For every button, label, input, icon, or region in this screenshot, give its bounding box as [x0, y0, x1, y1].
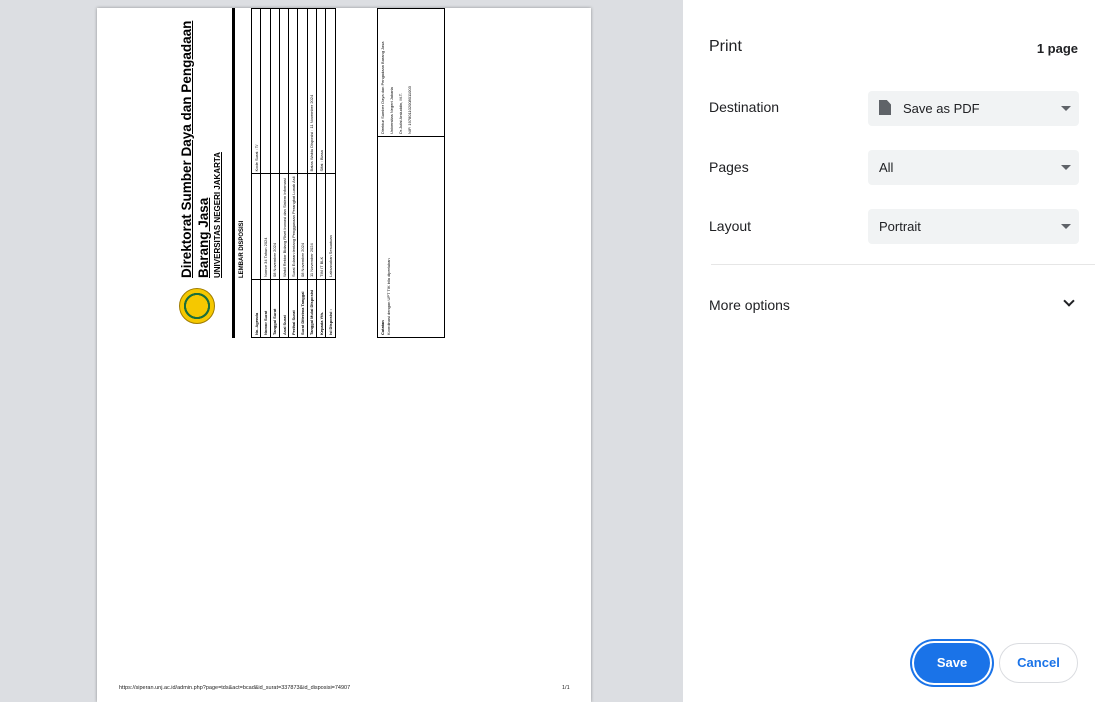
form-row-extra [279, 8, 289, 174]
section-divider [711, 264, 1095, 265]
chevron-down-icon[interactable] [1063, 295, 1075, 307]
layout-select[interactable]: Portrait [868, 209, 1079, 244]
university-logo [179, 288, 215, 324]
destination-value: Save as PDF [903, 101, 980, 116]
form-row-label: Kepada Yth. [316, 279, 326, 338]
form-row-label: Tanggal Surat [270, 279, 280, 338]
form-row-label: Nomor Surat [260, 279, 271, 338]
page-count: 1 page [1036, 41, 1078, 56]
form-row-label: Perihal Surat [288, 279, 298, 338]
form-title-line1: Direktorat Sumber Daya dan Pengadaan [179, 20, 194, 278]
sign-line: Dr.Jufai Arsiuddin, M.T. [398, 93, 403, 134]
form-row-extra: Batas Waktu Disposisi : 11 November 2024 [307, 8, 317, 174]
sign-line: Universitas Negeri Jakarta [389, 87, 394, 134]
signature-block: Direktur Sumber Daya dan Pengadaan Baran… [378, 8, 445, 137]
form-row-value [251, 173, 261, 280]
dropdown-arrow-icon [1061, 165, 1071, 170]
preview-page: Direktorat Sumber Daya dan Pengadaan Bar… [97, 8, 591, 702]
form-row: Nomor Surat Nomor 34 Tahun 2024 [260, 8, 271, 338]
form-row-label: Surat Diterima Tanggal [297, 279, 308, 338]
page-footer-number: 1/1 [562, 685, 570, 691]
form-row-value: 11 November 2024 [307, 173, 317, 280]
print-preview-area: Direktorat Sumber Daya dan Pengadaan Bar… [0, 0, 683, 702]
form-row-value: 08 November 2024 [270, 173, 280, 280]
form-row-extra [288, 8, 298, 174]
document-icon [879, 100, 891, 115]
form-title-line2: Barang Jasa [196, 197, 211, 278]
page-footer-url: https://siperan.unj.ac.id/admin.php?page… [119, 685, 351, 691]
form-row-extra: Sifat : Biasa [316, 8, 326, 174]
disposition-form: Direktorat Sumber Daya dan Pengadaan Bar… [175, 8, 445, 338]
form-row: Perihal Surat Surat Edaran tentang Penggu… [288, 8, 298, 338]
form-row-extra [270, 8, 280, 174]
form-row-label: Asal Surat [279, 279, 289, 338]
form-row: Tanggal Mulai Disposisi 11 November 2024 B… [307, 8, 317, 338]
form-row-value: 08 November 2024 [297, 173, 308, 280]
catatan-text: Koordinasi dengan UPT TIK bila diperluka… [386, 258, 391, 335]
destination-label: Destination [709, 99, 780, 115]
save-button[interactable]: Save [914, 643, 990, 683]
pages-label: Pages [709, 159, 749, 175]
form-row-label: No. Agenda [251, 279, 261, 338]
dropdown-arrow-icon [1061, 224, 1071, 229]
form-row-value: Surat Edaran tentang Penggunaan Perangka… [288, 173, 298, 280]
form-row: Asal Surat Wakil Rektor Bidang Riset Inov… [279, 8, 289, 338]
pages-value: All [879, 160, 894, 175]
form-row-extra [297, 8, 308, 174]
form-title-line3: UNIVERSITAS NEGERI JAKARTA [213, 152, 222, 278]
form-section-title: LEMBAR DISPOSISI [239, 220, 245, 278]
form-row: Surat Diterima Tanggal 08 November 2024 [297, 8, 308, 338]
pages-select[interactable]: All [868, 150, 1079, 185]
form-row: No. Agenda Kode Surat : T/ [251, 8, 261, 338]
panel-title: Print [709, 38, 742, 55]
dropdown-arrow-icon [1061, 106, 1071, 111]
form-row-extra [260, 8, 271, 174]
form-row-value: Laksanakan Sesuatuan [325, 173, 336, 280]
print-settings-panel: Print 1 page Destination Save as PDF Pag… [683, 0, 1095, 702]
form-row-label: Isi Disposisi : [325, 279, 336, 338]
layout-value: Portrait [879, 219, 921, 234]
rotated-form-viewport: Direktorat Sumber Daya dan Pengadaan Bar… [175, 8, 445, 338]
sign-line: Direktur Sumber Daya dan Pengadaan Baran… [380, 41, 385, 135]
destination-select[interactable]: Save as PDF [868, 91, 1079, 126]
form-row-value: TIM IT BLK [316, 173, 326, 280]
cancel-button[interactable]: Cancel [999, 643, 1078, 683]
form-row-extra [325, 8, 336, 174]
sign-line: NIP. 197801102008011003 [407, 86, 412, 134]
more-options-toggle[interactable]: More options [709, 297, 790, 313]
form-row-value: Nomor 34 Tahun 2024 [260, 173, 271, 280]
form-row-label: Tanggal Mulai Disposisi [307, 279, 317, 338]
form-table: No. Agenda Kode Surat : T/Nomor Surat Nomo… [251, 8, 336, 338]
form-row-value: Wakil Rektor Bidang Riset Inovasi dan Si… [279, 173, 289, 280]
form-header: Direktorat Sumber Daya dan Pengadaan Bar… [175, 8, 235, 338]
layout-label: Layout [709, 218, 752, 234]
form-catatan: Catatan Koordinasi dengan UPT TIK bila d… [377, 8, 445, 338]
form-row-extra: Kode Surat : T/ [251, 8, 261, 174]
form-row: Kepada Yth. TIM IT BLK Sifat : Biasa [316, 8, 326, 338]
catatan-label: Catatan [380, 320, 385, 335]
form-row: Isi Disposisi : Laksanakan Sesuatuan [325, 8, 336, 338]
form-row: Tanggal Surat 08 November 2024 [270, 8, 280, 338]
